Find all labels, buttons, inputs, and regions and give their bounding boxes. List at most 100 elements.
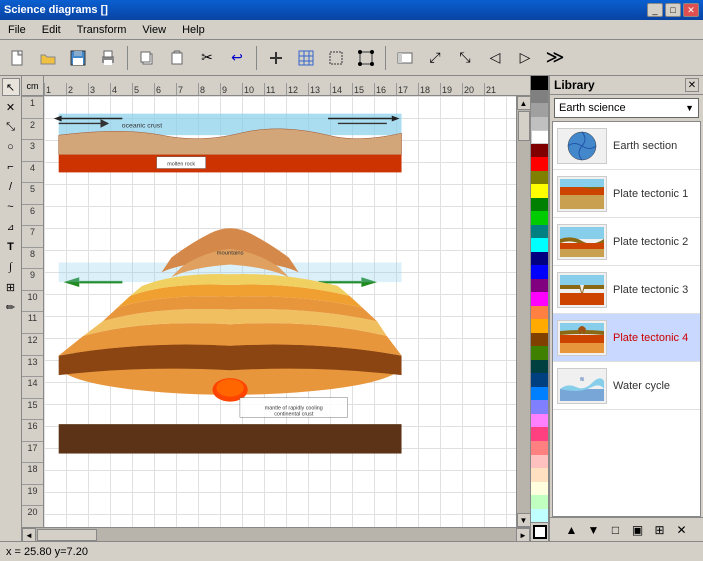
color-navy[interactable] (531, 252, 549, 266)
color-periwinkle[interactable] (531, 400, 549, 414)
scroll-track[interactable] (517, 110, 531, 513)
line-tool[interactable]: / (2, 178, 20, 196)
color-brown[interactable] (531, 333, 549, 347)
lib-delete-icon[interactable]: ✕ (673, 521, 691, 539)
color-gray[interactable] (531, 103, 549, 117)
library-item-water-cycle[interactable]: ≋ Water cycle (553, 362, 700, 410)
scroll-left-button[interactable]: ◄ (22, 528, 36, 541)
lib-copy-icon[interactable]: ▣ (629, 521, 647, 539)
library-category-dropdown[interactable]: Earth science ▼ (554, 98, 699, 118)
zoom-in-button[interactable] (391, 44, 419, 72)
new-button[interactable] (4, 44, 32, 72)
color-darkcyan[interactable] (531, 360, 549, 374)
scroll-right-button[interactable]: ► (516, 528, 530, 541)
lib-down-icon[interactable]: ▼ (585, 521, 603, 539)
h-scroll-track[interactable] (36, 528, 516, 541)
library-item-plate-tectonic-4[interactable]: Plate tectonic 4 (553, 314, 700, 362)
polygon-tool[interactable]: ⊿ (2, 218, 20, 236)
color-pink[interactable] (531, 414, 549, 428)
scroll-down-button[interactable]: ▼ (517, 513, 531, 527)
rotate-button[interactable] (352, 44, 380, 72)
vertical-scrollbar[interactable]: ▲ ▼ (516, 96, 530, 527)
library-close-button[interactable]: ✕ (685, 78, 699, 92)
add-button[interactable] (262, 44, 290, 72)
curve-tool[interactable]: ~ (2, 198, 20, 216)
title-bar-buttons[interactable]: _ □ ✕ (647, 3, 699, 17)
zoom-out-button[interactable]: ⤢ (421, 44, 449, 72)
resize-tool[interactable]: ⤡ (2, 118, 20, 136)
pointer-tool[interactable]: ✕ (2, 98, 20, 116)
current-colors[interactable] (533, 525, 547, 539)
library-item-plate-tectonic-3[interactable]: Plate tectonic 3 (553, 266, 700, 314)
menu-view[interactable]: View (138, 22, 170, 38)
dropdown-arrow-icon: ▼ (685, 103, 694, 113)
minimize-button[interactable]: _ (647, 3, 663, 17)
color-teal[interactable] (531, 225, 549, 239)
color-green[interactable] (531, 211, 549, 225)
color-purple[interactable] (531, 279, 549, 293)
library-item-plate-tectonic-2[interactable]: Plate tectonic 2 (553, 218, 700, 266)
color-darkgreen[interactable] (531, 198, 549, 212)
maximize-button[interactable]: □ (665, 3, 681, 17)
ellipse-tool[interactable]: ○ (2, 138, 20, 156)
color-red[interactable] (531, 157, 549, 171)
color-rose[interactable] (531, 427, 549, 441)
color-white[interactable] (531, 130, 549, 144)
paste-button[interactable] (163, 44, 191, 72)
library-item-earth-section[interactable]: Earth section (553, 122, 700, 170)
color-bisque[interactable] (531, 468, 549, 482)
color-lightgray[interactable] (531, 117, 549, 131)
drawing-canvas[interactable]: oceanic crust molten rock (44, 96, 516, 527)
color-amber[interactable] (531, 319, 549, 333)
select-button[interactable] (322, 44, 350, 72)
color-yellow[interactable] (531, 184, 549, 198)
nav-right[interactable]: ▷ (511, 44, 539, 72)
color-peach[interactable] (531, 455, 549, 469)
undo-button[interactable]: ↩ (223, 44, 251, 72)
lib-new-icon[interactable]: □ (607, 521, 625, 539)
copy-button[interactable] (133, 44, 161, 72)
color-lightcyan[interactable] (531, 509, 549, 523)
color-magenta[interactable] (531, 292, 549, 306)
print-button[interactable] (94, 44, 122, 72)
color-salmon[interactable] (531, 441, 549, 455)
color-darkgray[interactable] (531, 90, 549, 104)
select-tool[interactable]: ↖ (2, 78, 20, 96)
open-button[interactable] (34, 44, 62, 72)
text-tool[interactable]: T (2, 238, 20, 256)
color-black[interactable] (531, 76, 549, 90)
lib-grid-icon[interactable]: ⊞ (651, 521, 669, 539)
color-yellowgreen[interactable] (531, 346, 549, 360)
bezier-tool[interactable]: ∫ (2, 258, 20, 276)
fit-button[interactable]: ⤡ (451, 44, 479, 72)
nav-more[interactable]: ≫ (541, 44, 569, 72)
color-darkblue[interactable] (531, 373, 549, 387)
library-item-plate-tectonic-1[interactable]: Plate tectonic 1 (553, 170, 700, 218)
save-button[interactable] (64, 44, 92, 72)
lib-up-icon[interactable]: ▲ (563, 521, 581, 539)
cut-button[interactable]: ✂ (193, 44, 221, 72)
grid-tool[interactable]: ⊞ (2, 278, 20, 296)
close-button[interactable]: ✕ (683, 3, 699, 17)
menu-help[interactable]: Help (178, 22, 209, 38)
library-item-water-cycle-img: ≋ (557, 368, 607, 404)
ruler-unit: cm (27, 81, 39, 91)
scroll-thumb[interactable] (518, 111, 530, 141)
color-cyan[interactable] (531, 238, 549, 252)
rect-tool[interactable]: ⌐ (2, 158, 20, 176)
menu-file[interactable]: File (4, 22, 30, 38)
color-skyblue[interactable] (531, 387, 549, 401)
color-honeydew[interactable] (531, 495, 549, 509)
grid-button[interactable] (292, 44, 320, 72)
color-lightyellow[interactable] (531, 482, 549, 496)
h-scroll-thumb[interactable] (37, 529, 97, 541)
color-darkred[interactable] (531, 144, 549, 158)
color-blue[interactable] (531, 265, 549, 279)
menu-transform[interactable]: Transform (73, 22, 131, 38)
menu-edit[interactable]: Edit (38, 22, 65, 38)
nav-left[interactable]: ◁ (481, 44, 509, 72)
color-olive[interactable] (531, 171, 549, 185)
color-orange[interactable] (531, 306, 549, 320)
dropper-tool[interactable]: ✏ (2, 298, 20, 316)
scroll-up-button[interactable]: ▲ (517, 96, 531, 110)
